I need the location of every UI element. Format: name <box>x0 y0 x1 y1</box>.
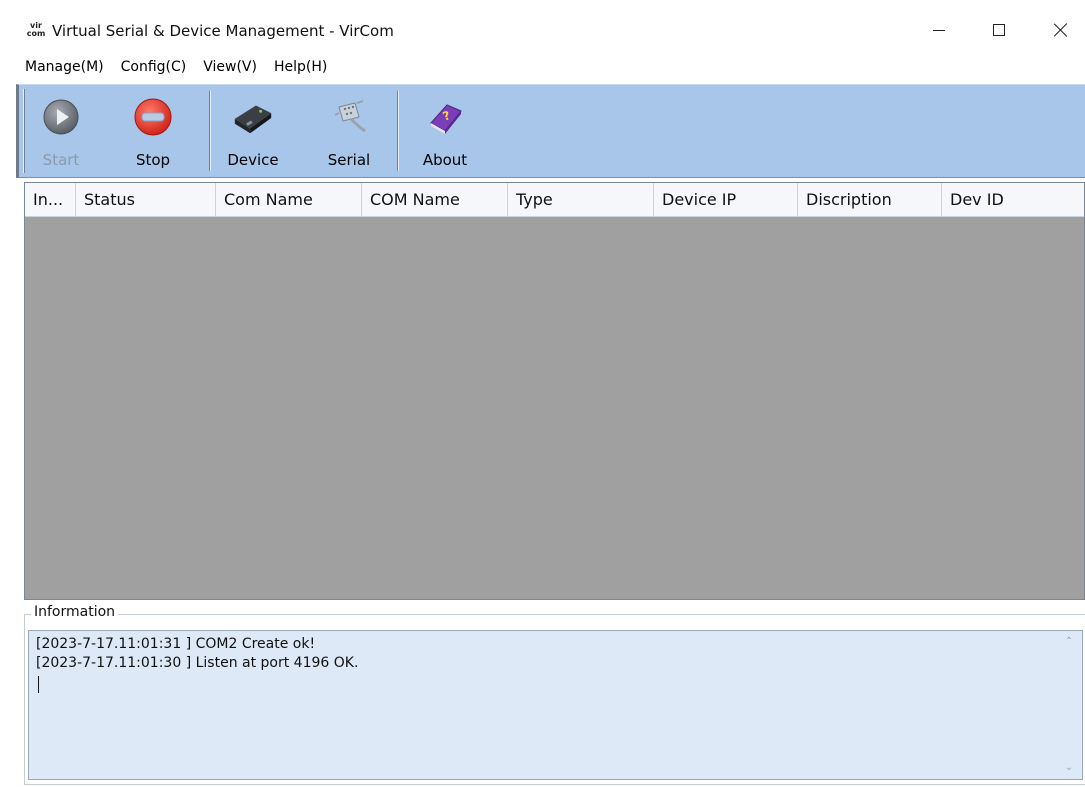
stop-label: Stop <box>135 151 171 169</box>
toolbar: Start Stop Device Serial ? About <box>16 84 1085 178</box>
com-port-list[interactable]: In... Status Com Name COM Name Type Devi… <box>24 182 1085 600</box>
serial-label: Serial <box>327 151 371 169</box>
log-text: [2023-7-17.11:01:31 ] COM2 Create ok! [20… <box>36 635 358 673</box>
minimize-button[interactable] <box>916 14 962 46</box>
toolbar-separator <box>397 91 399 171</box>
serial-port-icon <box>327 95 371 139</box>
about-button[interactable]: ? About <box>415 89 475 175</box>
menu-manage[interactable]: Manage(M) <box>25 54 104 82</box>
menu-help[interactable]: Help(H) <box>274 54 327 82</box>
device-label: Device <box>227 151 279 169</box>
minimize-icon <box>933 29 945 31</box>
column-header-com-name[interactable]: Com Name <box>216 183 362 217</box>
maximize-icon <box>993 24 1005 36</box>
column-header-com-name-2[interactable]: COM Name <box>362 183 508 217</box>
maximize-button[interactable] <box>976 14 1022 46</box>
toolbar-grip[interactable] <box>23 89 25 173</box>
start-label: Start <box>42 151 80 169</box>
stop-icon <box>131 95 175 139</box>
menu-config[interactable]: Config(C) <box>121 54 187 82</box>
window-title: Virtual Serial & Device Management - Vir… <box>52 22 394 40</box>
column-header-index[interactable]: In... <box>25 183 76 217</box>
device-icon <box>231 95 275 139</box>
play-icon <box>39 95 83 139</box>
list-header: In... Status Com Name COM Name Type Devi… <box>25 183 1084 217</box>
scroll-up-icon[interactable]: ⌃ <box>1064 637 1074 647</box>
toolbar-separator <box>209 91 211 171</box>
column-header-type[interactable]: Type <box>508 183 654 217</box>
log-line: [2023-7-17.11:01:30 ] Listen at port 419… <box>36 655 359 671</box>
device-button[interactable]: Device <box>221 89 285 175</box>
information-label: Information <box>31 604 119 620</box>
app-logo-text-bottom: com <box>26 29 46 38</box>
scroll-down-icon[interactable]: ⌄ <box>1064 763 1074 773</box>
close-icon <box>1054 23 1068 37</box>
about-label: About <box>422 151 468 169</box>
text-caret <box>38 676 39 693</box>
column-header-status[interactable]: Status <box>76 183 216 217</box>
start-button[interactable]: Start <box>33 89 89 175</box>
book-question-icon: ? <box>423 95 467 139</box>
title-bar[interactable]: vir com Virtual Serial & Device Manageme… <box>8 8 1085 52</box>
information-log[interactable]: [2023-7-17.11:01:31 ] COM2 Create ok! [20… <box>28 630 1083 780</box>
column-header-dev-id[interactable]: Dev ID <box>942 183 1084 217</box>
log-line: [2023-7-17.11:01:31 ] COM2 Create ok! <box>36 636 316 652</box>
column-header-device-ip[interactable]: Device IP <box>654 183 798 217</box>
menu-bar: Manage(M) Config(C) View(V) Help(H) <box>8 54 1085 82</box>
app-window: vir com Virtual Serial & Device Manageme… <box>8 8 1085 787</box>
close-button[interactable] <box>1038 14 1084 46</box>
app-logo-icon: vir com <box>26 22 46 40</box>
menu-view[interactable]: View(V) <box>203 54 257 82</box>
stop-button[interactable]: Stop <box>123 89 183 175</box>
column-header-description[interactable]: Discription <box>798 183 942 217</box>
serial-button[interactable]: Serial <box>319 89 379 175</box>
